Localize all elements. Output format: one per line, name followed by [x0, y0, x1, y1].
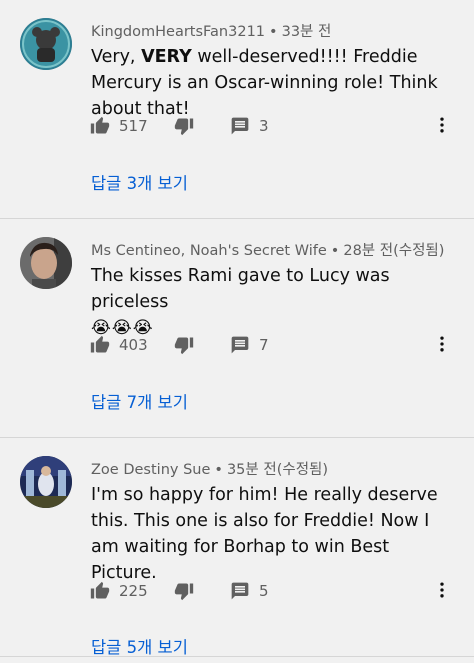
comment-meta: Zoe Destiny Sue • 35분 전(수정됨): [91, 462, 329, 478]
author-name[interactable]: Ms Centineo, Noah's Secret Wife: [91, 243, 327, 259]
thumbs-up-icon: [90, 116, 110, 134]
reply-icon: [231, 117, 249, 135]
more-options-button[interactable]: [432, 579, 452, 605]
comment-item: Ms Centineo, Noah's Secret Wife • 28분 전(수정…: [0, 219, 474, 438]
reply-button[interactable]: 3: [230, 116, 269, 136]
like-count: 225: [119, 582, 148, 600]
timestamp: 35분 전(수정됨): [226, 462, 329, 478]
comment-text-part: Very,: [91, 47, 142, 67]
like-button[interactable]: 225: [90, 581, 174, 601]
comment-meta: Ms Centineo, Noah's Secret Wife • 28분 전(수정…: [91, 243, 445, 259]
more-vert-icon: [440, 582, 444, 598]
comment-text-part: I'm so happy for him! He really deserve …: [91, 485, 438, 583]
comment-text-bold: VERY: [141, 47, 192, 67]
comment-text: Very, VERY well-deserved!!!! Freddie Mer…: [91, 44, 452, 122]
reply-button[interactable]: 5: [230, 581, 269, 601]
comment-text: The kisses Rami gave to Lucy was pricele…: [91, 263, 452, 341]
thumbs-down-icon: [174, 583, 194, 601]
thumbs-up-icon: [90, 581, 110, 599]
view-replies-link[interactable]: 답글 3개 보기: [91, 170, 188, 194]
reply-icon: [231, 582, 249, 600]
timestamp: 33분 전: [281, 24, 332, 40]
comment-actions: 225 5: [90, 577, 460, 605]
comment-item: KingdomHeartsFan3211 • 33분 전 Very, VERY we…: [0, 0, 474, 219]
reply-count: 5: [259, 582, 269, 600]
comment-text-part: The kisses Rami gave to Lucy was pricele…: [91, 266, 390, 312]
like-button[interactable]: 517: [90, 116, 174, 136]
thumbs-down-icon: [174, 337, 194, 355]
thumbs-up-icon: [90, 335, 110, 353]
author-name[interactable]: KingdomHeartsFan3211: [91, 24, 265, 40]
view-replies-link[interactable]: 답글 7개 보기: [91, 389, 188, 413]
avatar[interactable]: [20, 456, 72, 508]
more-vert-icon: [440, 336, 444, 352]
more-options-button[interactable]: [432, 114, 452, 140]
comment-actions: 403 7: [90, 331, 460, 359]
like-count: 517: [119, 117, 148, 135]
like-button[interactable]: 403: [90, 335, 174, 355]
reply-button[interactable]: 7: [230, 335, 269, 355]
comment-item: Zoe Destiny Sue • 35분 전(수정됨) I'm so happy …: [0, 438, 474, 657]
dislike-button[interactable]: [174, 581, 230, 601]
reply-count: 3: [259, 117, 269, 135]
like-count: 403: [119, 336, 148, 354]
avatar[interactable]: [20, 237, 72, 289]
timestamp: 28분 전(수정됨): [343, 243, 445, 259]
reply-icon: [231, 336, 249, 354]
author-name[interactable]: Zoe Destiny Sue: [91, 462, 210, 478]
avatar[interactable]: [20, 18, 72, 70]
thumbs-down-icon: [174, 118, 194, 136]
comment-text: I'm so happy for him! He really deserve …: [91, 482, 452, 586]
reply-count: 7: [259, 336, 269, 354]
dislike-button[interactable]: [174, 335, 230, 355]
more-options-button[interactable]: [432, 333, 452, 359]
view-replies-link[interactable]: 답글 5개 보기: [91, 634, 188, 658]
comment-actions: 517 3: [90, 112, 460, 140]
comment-meta: KingdomHeartsFan3211 • 33분 전: [91, 24, 332, 40]
more-vert-icon: [440, 117, 444, 133]
dislike-button[interactable]: [174, 116, 230, 136]
